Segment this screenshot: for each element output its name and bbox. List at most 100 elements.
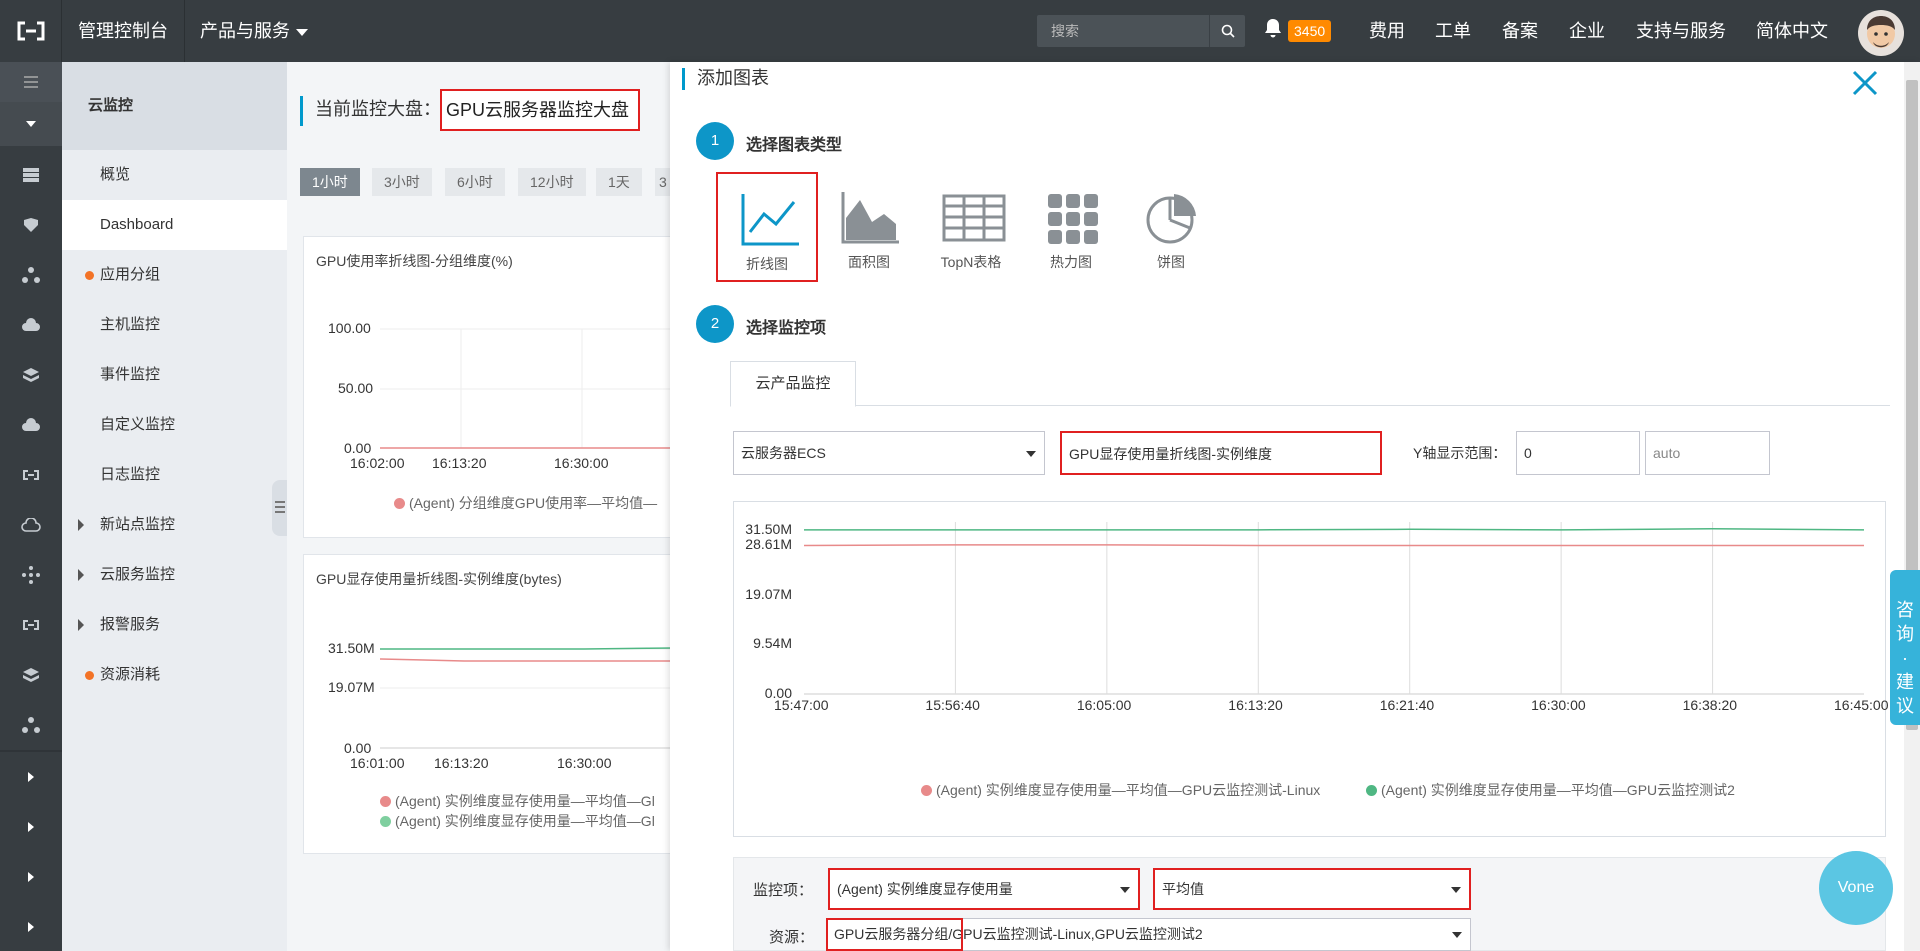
nav-language[interactable]: 简体中文: [1756, 0, 1828, 62]
bell-icon[interactable]: [1264, 18, 1284, 40]
product-select[interactable]: 云服务器ECS: [733, 431, 1045, 475]
cloud-icon[interactable]: [0, 400, 62, 450]
chart-type-label: 面积图: [848, 254, 890, 270]
sidebar-item-dashboard[interactable]: Dashboard: [62, 200, 287, 250]
link-icon[interactable]: [0, 450, 62, 500]
time-range-6h[interactable]: 6小时: [445, 168, 505, 196]
statistic-select[interactable]: 平均值: [1153, 868, 1471, 910]
chevron-right-icon[interactable]: [0, 752, 62, 802]
x-tick-label: 16:38:20: [1682, 697, 1738, 713]
database-icon[interactable]: [0, 200, 62, 250]
sidebar-item-label: 云服务监控: [100, 566, 176, 583]
tab-cloud-product-monitor[interactable]: 云产品监控: [730, 361, 856, 407]
sidebar-collapse-handle[interactable]: [272, 480, 288, 536]
sidebar-item-site-monitor[interactable]: 新站点监控: [62, 500, 287, 550]
area-chart-icon: [841, 192, 899, 244]
menu-toggle-icon[interactable]: [0, 62, 62, 102]
metric-select[interactable]: (Agent) 实例维度显存使用量: [828, 868, 1140, 910]
box-icon[interactable]: [0, 350, 62, 400]
chart-card-gpu-usage: GPU使用率折线图-分组维度(%) 100.00 50.00 0.00 16:0…: [303, 236, 674, 538]
nav-enterprise[interactable]: 企业: [1569, 0, 1605, 62]
time-range-1h[interactable]: 1小时: [300, 168, 360, 196]
y-tick: 31.50M: [328, 640, 375, 656]
y-max-input[interactable]: auto: [1645, 431, 1770, 475]
sidebar-item-alarm-service[interactable]: 报警服务: [62, 600, 287, 650]
close-icon[interactable]: [1848, 66, 1882, 100]
x-tick-label: 16:21:40: [1379, 697, 1435, 713]
sidebar-item-label: 自定义监控: [100, 416, 176, 433]
legend-item[interactable]: (Agent) 分组维度GPU使用率—平均值—: [394, 493, 674, 513]
nav-support[interactable]: 支持与服务: [1636, 0, 1726, 62]
time-range-12h[interactable]: 12小时: [518, 168, 586, 196]
chevron-right-icon[interactable]: [0, 802, 62, 852]
chart-type-pie[interactable]: 饼图: [1120, 172, 1222, 282]
sidebar-item-label: 主机监控: [100, 316, 161, 333]
legend-series-2[interactable]: (Agent) 实例维度显存使用量—平均值—GPU云监控测试2: [1366, 780, 1735, 800]
cloud-upload-icon[interactable]: [0, 300, 62, 350]
chart-type-heatmap[interactable]: 热力图: [1020, 172, 1122, 282]
dashboard-name-select[interactable]: GPU云服务器监控大盘: [440, 89, 640, 131]
avatar[interactable]: [1858, 10, 1904, 56]
sidebar-item-custom-monitor[interactable]: 自定义监控: [62, 400, 287, 450]
sidebar-item-label: 报警服务: [100, 616, 161, 633]
chevron-right-icon[interactable]: [0, 852, 62, 902]
y-tick-label: 9.54M: [753, 635, 792, 652]
chart-type-line[interactable]: 折线图: [716, 172, 818, 282]
chevron-down-icon: [1451, 887, 1461, 893]
chart-type-area[interactable]: 面积图: [818, 172, 920, 282]
y-tick: 19.07M: [328, 679, 375, 695]
network-icon[interactable]: [0, 250, 62, 300]
nav-billing[interactable]: 费用: [1369, 0, 1405, 62]
notification-badge[interactable]: 3450: [1288, 20, 1332, 42]
y-tick-label: 31.50M: [745, 520, 792, 537]
step-number: 2: [696, 305, 734, 343]
sidebar-item-app-groups[interactable]: 应用分组: [62, 250, 287, 300]
cluster-icon[interactable]: [0, 550, 62, 600]
server-icon[interactable]: [0, 150, 62, 200]
sidebar-item-cloud-service-monitor[interactable]: 云服务监控: [62, 550, 287, 600]
console-home-link[interactable]: 管理控制台: [62, 0, 185, 62]
share-icon[interactable]: [0, 700, 62, 750]
nav-tickets[interactable]: 工单: [1435, 0, 1471, 62]
products-menu[interactable]: 产品与服务: [184, 0, 324, 62]
time-range-3d[interactable]: 3: [655, 168, 671, 196]
time-range-3h[interactable]: 3小时: [372, 168, 432, 196]
sidebar-item-event-monitor[interactable]: 事件监控: [62, 350, 287, 400]
search-icon[interactable]: [1209, 15, 1245, 47]
nav-filing[interactable]: 备案: [1502, 0, 1538, 62]
sidebar-item-log-monitor[interactable]: 日志监控: [62, 450, 287, 500]
sidebar-item-label: 事件监控: [100, 366, 161, 383]
resource-select[interactable]: GPU云服务器分组/GPU云监控测试-Linux,GPU云监控测试2: [826, 918, 1471, 951]
cloud-outline-icon[interactable]: [0, 500, 62, 550]
series-line-2: [804, 528, 1865, 531]
chart-type-label: 热力图: [1050, 254, 1092, 270]
step-number: 1: [696, 122, 734, 160]
products-label: 产品与服务: [200, 21, 290, 41]
product-select-value: 云服务器ECS: [741, 445, 826, 461]
legend-item[interactable]: (Agent) 实例维度显存使用量—平均值—Gl: [380, 811, 674, 831]
chevron-right-icon[interactable]: [0, 902, 62, 951]
vone-assistant-button[interactable]: Vone: [1819, 851, 1893, 925]
legend-item[interactable]: (Agent) 实例维度显存使用量—平均值—Gl: [380, 791, 674, 811]
y-min-input[interactable]: 0: [1516, 431, 1640, 475]
collapse-chevron-icon[interactable]: [0, 102, 62, 146]
sidebar-item-overview[interactable]: 概览: [62, 150, 287, 200]
link-icon-2[interactable]: [0, 600, 62, 650]
metric-select-value: (Agent) 实例维度显存使用量: [837, 881, 1013, 897]
chart-type-table[interactable]: TopN表格: [920, 172, 1022, 282]
aliyun-logo-icon[interactable]: [0, 0, 62, 62]
feedback-tab[interactable]: 咨询·建议: [1890, 570, 1920, 725]
search-input[interactable]: [1037, 15, 1209, 47]
y-tick-label: 19.07M: [745, 585, 792, 602]
chart-name-input[interactable]: GPU显存使用量折线图-实例维度: [1060, 431, 1382, 475]
y-range-label: Y轴显示范围：: [1413, 445, 1507, 461]
chart-card-gpu-memory: GPU显存使用量折线图-实例维度(bytes) 31.50M 19.07M 0.…: [303, 554, 674, 854]
legend-series-1[interactable]: (Agent) 实例维度显存使用量—平均值—GPU云监控测试-Linux: [921, 780, 1320, 800]
sidebar-item-host-monitor[interactable]: 主机监控: [62, 300, 287, 350]
chevron-down-icon: [296, 28, 308, 36]
sidebar-item-resource-usage[interactable]: 资源消耗: [62, 650, 287, 700]
time-range-1d[interactable]: 1天: [596, 168, 642, 196]
chart-type-label: TopN表格: [940, 254, 1002, 270]
sidebar-item-label: 概览: [100, 166, 131, 183]
layers-icon[interactable]: [0, 650, 62, 700]
